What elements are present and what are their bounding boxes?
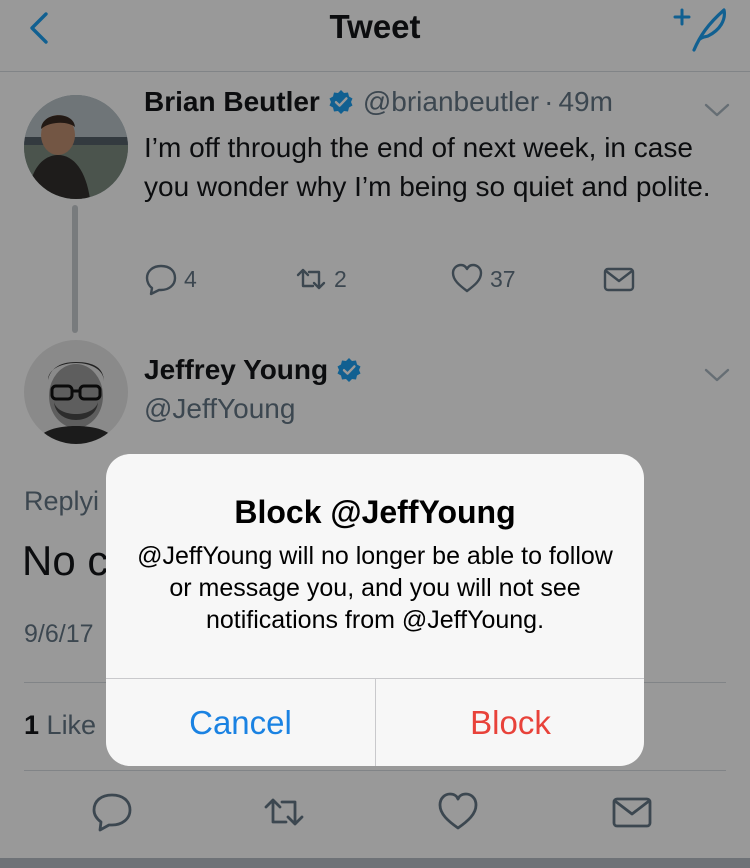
dialog-message: @JeffYoung will no longer be able to fol… — [137, 542, 613, 634]
block-confirmation-dialog: Block @JeffYoung @JeffYoung will no long… — [106, 454, 644, 766]
dialog-title: Block @JeffYoung — [234, 494, 516, 530]
cancel-button[interactable]: Cancel — [106, 679, 375, 766]
block-button[interactable]: Block — [376, 679, 644, 766]
